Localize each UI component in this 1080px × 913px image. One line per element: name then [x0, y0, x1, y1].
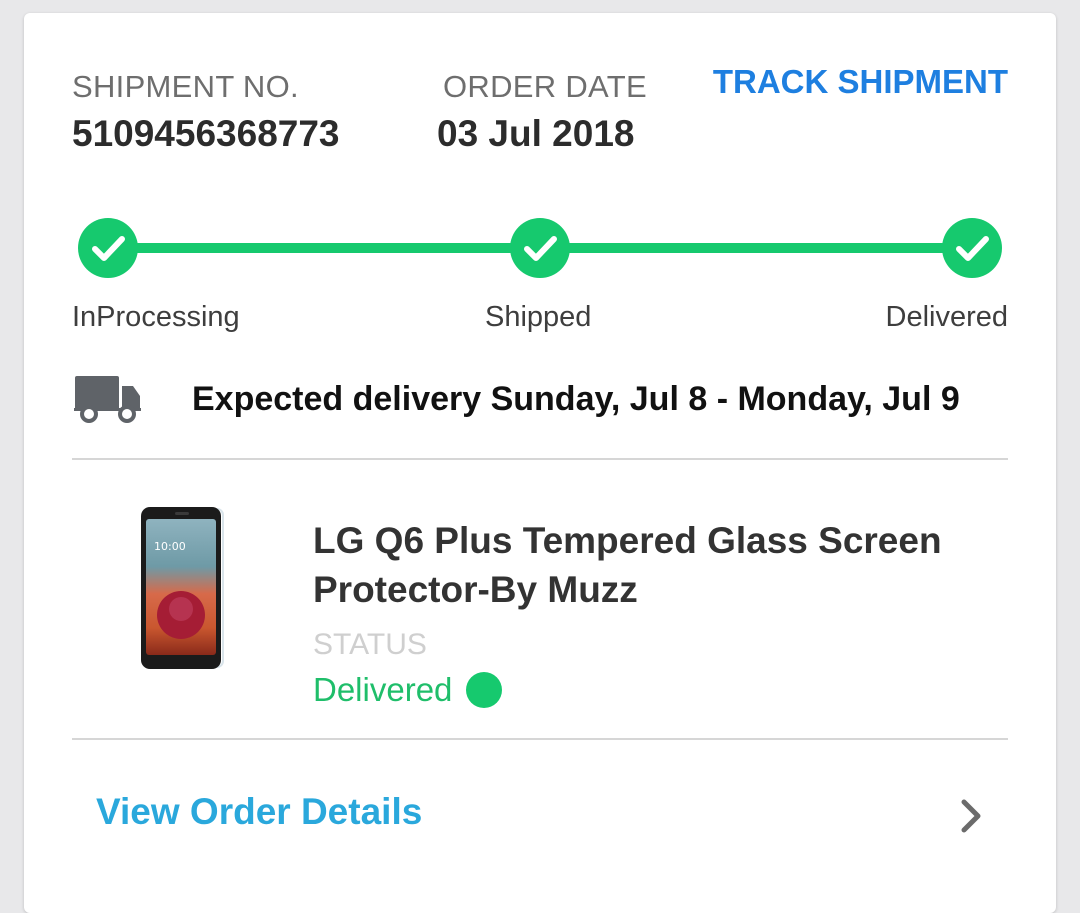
expected-delivery-text: Expected delivery Sunday, Jul 8 - Monday…: [192, 380, 960, 418]
step-label-delivered: Delivered: [885, 301, 1009, 333]
svg-text:10:00: 10:00: [154, 540, 186, 553]
chevron-right-icon[interactable]: [958, 796, 986, 841]
view-order-details-row[interactable]: View Order Details: [24, 771, 1056, 861]
shipment-card: SHIPMENT NO. 5109456368773 ORDER DATE 03…: [24, 13, 1056, 913]
status-label: STATUS: [313, 628, 427, 661]
product-image[interactable]: 10:00: [137, 505, 227, 676]
shipment-progress: InProcessing Shipped Delivered: [24, 13, 1056, 353]
step-label-shipped: Shipped: [485, 301, 592, 333]
status-row: Delivered: [313, 671, 503, 709]
progress-line-segment-2: [540, 243, 950, 253]
product-title[interactable]: LG Q6 Plus Tempered Glass Screen Protect…: [313, 516, 1013, 614]
step-label-inprocessing: InProcessing: [72, 301, 240, 333]
progress-line-segment-1: [108, 243, 516, 253]
step-shipped-check-icon: [510, 218, 570, 278]
view-order-details-link[interactable]: View Order Details: [96, 791, 422, 833]
divider: [72, 458, 1008, 460]
step-inprocessing-check-icon: [78, 218, 138, 278]
status-value: Delivered: [313, 671, 453, 708]
truck-icon: [73, 374, 143, 429]
status-indicator-dot: [466, 672, 503, 708]
step-delivered-check-icon: [942, 218, 1002, 278]
divider: [72, 738, 1008, 740]
